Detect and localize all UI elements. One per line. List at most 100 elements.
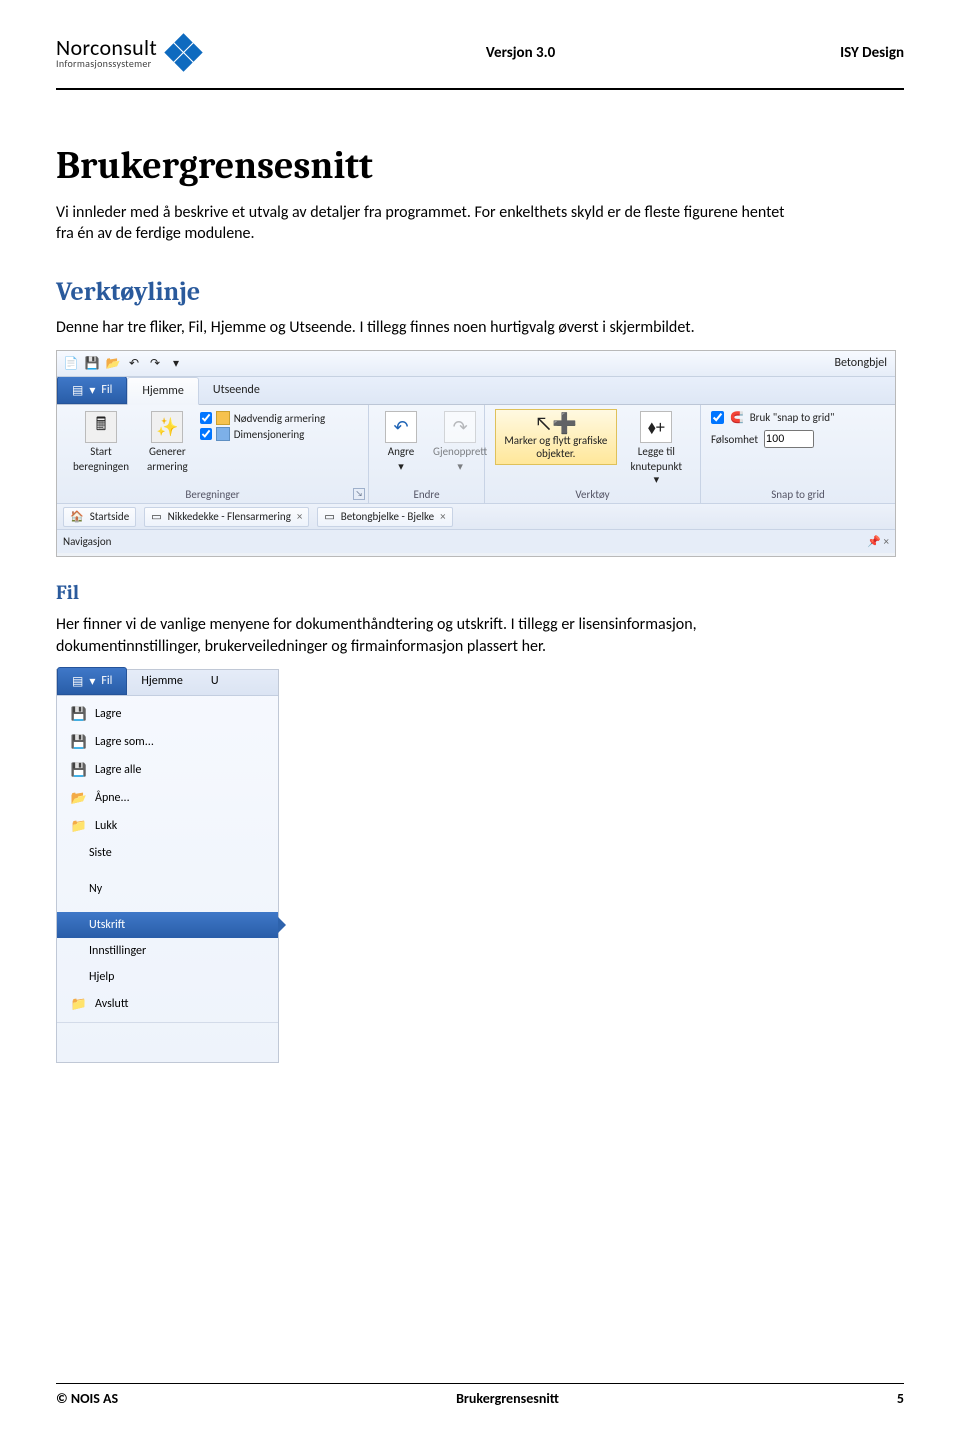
undo-icon[interactable]: ↶ [126,356,142,372]
legge-label-1: Legge til [638,445,675,458]
save-icon[interactable]: 💾 [84,356,100,372]
pin-icon[interactable]: 📌 × [867,535,889,548]
menu-lagre-som-label: Lagre som... [95,735,154,749]
close-icon[interactable]: × [440,510,445,523]
tab-startside[interactable]: 🏠Startside [63,507,136,527]
save-as-icon: 💾 [71,734,87,750]
qat-customize-icon[interactable]: ▾ [168,356,184,372]
menu-hjelp-label: Hjelp [89,970,114,984]
close-folder-icon: 📁 [71,818,87,834]
chk-snap-to-grid[interactable]: 🧲Bruk "snap to grid" [711,411,885,424]
redo-icon[interactable]: ↷ [147,356,163,372]
navigation-pane-header: Navigasjon 📌 × [57,529,895,553]
close-icon[interactable]: × [297,510,302,523]
menu-siste-label: Siste [89,846,112,860]
ribbon-tabs: ▤ ▾ Fil Hjemme Utseende [57,377,895,405]
section-toolbar-heading: Verktøylinje [56,277,904,307]
menu-lagre-alle[interactable]: 💾Lagre alle [57,756,278,784]
menu-apne-label: Åpne... [95,791,130,805]
group-endre: ↶ Angre▾ ↷ Gjenopprett▾ Endre [369,405,485,503]
company-logo: Norconsult Informasjonssystemer [56,36,201,70]
start-label-1: Start [90,445,111,458]
tab-betongbjelke[interactable]: ▭ Betongbjelke - Bjelke × [317,507,452,527]
footer-section: Brukergrensesnitt [456,1390,559,1407]
menu-avslutt[interactable]: 📁Avslutt [57,990,278,1018]
header-version: Versjon 3.0 [486,44,555,62]
menu-lagre[interactable]: 💾 Lagre [57,700,278,728]
file-tab-utseende-partial[interactable]: U [197,667,233,695]
chk-dim-label: Dimensjonering [234,428,305,441]
menu-utskrift[interactable]: Utskrift [57,912,278,938]
menu-lagre-som[interactable]: 💾 Lagre som... [57,728,278,756]
generer-armering-button[interactable]: ✨ Generer armering [141,409,194,475]
menu-innstillinger[interactable]: Innstillinger [57,938,278,964]
tab-hjemme-label: Hjemme [142,384,183,398]
angre-label: Angre [388,445,415,458]
navigation-label: Navigasjon [63,535,111,548]
group-beregninger-title: Beregninger [57,488,368,501]
menu-ny[interactable]: Ny [57,876,278,902]
footer-page-number: 5 [897,1390,904,1407]
beam-icon: ▭ [324,510,334,523]
exit-icon: 📁 [71,996,87,1012]
quick-access-toolbar: 📄 💾 📂 ↶ ↷ ▾ Betongbjel [57,351,895,377]
save-icon: 💾 [71,706,87,722]
tab-hjemme[interactable]: Hjemme [127,377,198,405]
screenshot-file-menu: ▤▾ Fil Hjemme U 💾 Lagre 💾 Lagre som... 💾La… [56,669,279,1063]
tab-fil-menu-icon: ▤ [72,383,83,398]
logo-icon [167,36,201,70]
menu-apne[interactable]: 📂Åpne... [57,784,278,812]
redo-big-icon: ↷ [444,411,476,443]
page-header: Norconsult Informasjonssystemer Versjon … [56,24,904,82]
tab-fil-label: Fil [101,383,112,397]
tab-betong-label: Betongbjelke - Bjelke [341,510,434,523]
menu-lukk-label: Lukk [95,819,117,833]
beregninger-dialog-launcher[interactable]: ↘ [353,488,365,500]
file-tab-fil[interactable]: ▤▾ Fil [57,667,127,695]
marker-label-2: objekter. [536,447,575,460]
tab-nikkedekke[interactable]: ▭ Nikkedekke - Flensarmering × [144,507,309,527]
tab-nikkedekke-label: Nikkedekke - Flensarmering [168,510,291,523]
menu-lukk[interactable]: 📁 Lukk [57,812,278,840]
chk-snap-label: Bruk "snap to grid" [750,411,835,424]
file-tab-hjemme[interactable]: Hjemme [127,667,196,695]
legge-label-2: knutepunkt [631,460,683,473]
group-beregninger: 🖩 Start beregningen ✨ Generer armering N… [57,405,369,503]
chk-dimensjonering[interactable]: Dimensjonering [200,427,325,441]
file-menu-list: 💾 Lagre 💾 Lagre som... 💾Lagre alle 📂Åpne..… [57,696,278,1022]
gjenopprett-button[interactable]: ↷ Gjenopprett▾ [427,409,493,475]
menu-siste[interactable]: Siste [57,840,278,866]
chk-nodvendig-armering[interactable]: Nødvendig armering [200,411,325,425]
generer-label-2: armering [147,460,188,473]
group-verktoy-title: Verktøy [485,488,700,501]
menu-hjelp[interactable]: Hjelp [57,964,278,990]
angre-button[interactable]: ↶ Angre▾ [379,409,423,475]
group-endre-title: Endre [369,488,484,501]
logo-title: Norconsult [56,37,157,59]
menu-lagre-label: Lagre [95,707,121,721]
marker-flytt-button[interactable]: ↖➕ Marker og flytt grafiske objekter. [495,409,617,465]
beam-icon: ▭ [151,510,161,523]
footer-copyright: © NOIS AS [56,1390,118,1407]
tab-fil[interactable]: ▤ ▾ Fil [57,376,127,404]
tab-fil-menu-icon: ▤ [72,674,83,689]
new-icon[interactable]: 📄 [63,356,79,372]
group-snap-title: Snap to grid [701,488,895,501]
open-icon[interactable]: 📂 [105,356,121,372]
file-tab-fil-label: Fil [101,674,112,688]
legge-til-knutepunkt-button[interactable]: ⬧+ Legge til knutepunkt ▾ [623,409,690,488]
intro-paragraph: Vi innleder med å beskrive et utvalg av … [56,202,796,245]
wand-icon: ✨ [151,411,183,443]
cursor-icon: ↖➕ [535,414,578,434]
beregning-options: Nødvendig armering Dimensjonering [200,411,325,475]
page-footer: © NOIS AS Brukergrensesnitt 5 [56,1377,904,1408]
menu-ny-label: Ny [89,882,102,896]
file-tab-u-label: U [211,674,219,688]
snap-sensitivity-label: Følsomhet [711,433,758,446]
logo-subtitle: Informasjonssystemer [56,59,157,69]
page-title: Brukergrensesnitt [56,144,904,188]
snap-sensitivity-input[interactable] [764,430,814,448]
calculator-icon: 🖩 [85,411,117,443]
start-beregningen-button[interactable]: 🖩 Start beregningen [67,409,135,475]
tab-utseende[interactable]: Utseende [199,376,274,404]
